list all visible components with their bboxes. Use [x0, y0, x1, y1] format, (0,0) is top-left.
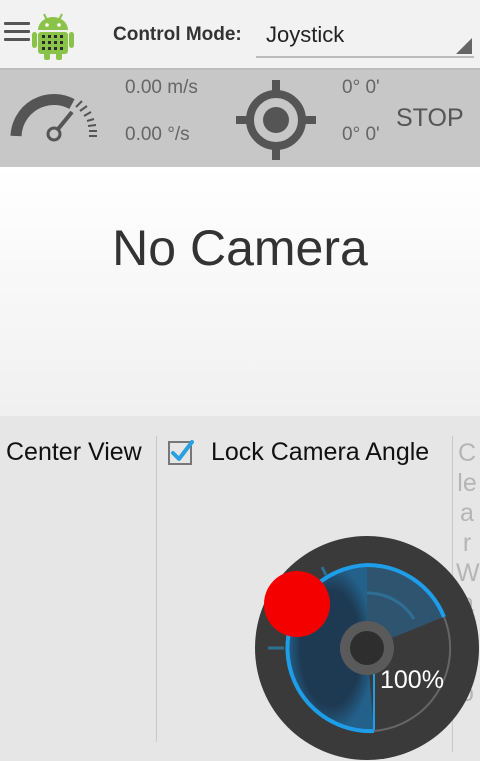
divider — [156, 436, 157, 742]
joystick-percent: 100% — [380, 666, 444, 694]
crosshair-target-icon — [236, 80, 316, 160]
dropdown-triangle-icon — [456, 38, 472, 54]
linear-speed: 0.00 m/s — [125, 77, 198, 98]
no-camera-message: No Camera — [112, 220, 368, 276]
speedometer-icon — [10, 93, 97, 142]
hamburger-menu-icon[interactable] — [4, 22, 30, 44]
lock-camera-checkbox[interactable] — [168, 439, 194, 465]
stop-button[interactable]: STOP — [396, 104, 464, 133]
android-robot-icon[interactable] — [32, 10, 74, 60]
lock-camera-label: Lock Camera Angle — [211, 438, 430, 466]
action-bar: Control Mode: Joystick — [0, 0, 480, 70]
control-mode-value: Joystick — [266, 22, 345, 47]
control-mode-dropdown[interactable]: Joystick — [256, 12, 474, 58]
camera-view: No Camera — [0, 167, 480, 416]
joystick-control[interactable] — [254, 535, 480, 761]
gps-longitude: 0° 0' — [342, 124, 380, 145]
control-mode-label: Control Mode: — [113, 24, 242, 45]
center-view-button[interactable]: Center View — [6, 438, 142, 467]
joystick-knob[interactable] — [264, 571, 330, 637]
gps-latitude: 0° 0' — [342, 77, 380, 98]
angular-speed: 0.00 °/s — [125, 124, 190, 145]
